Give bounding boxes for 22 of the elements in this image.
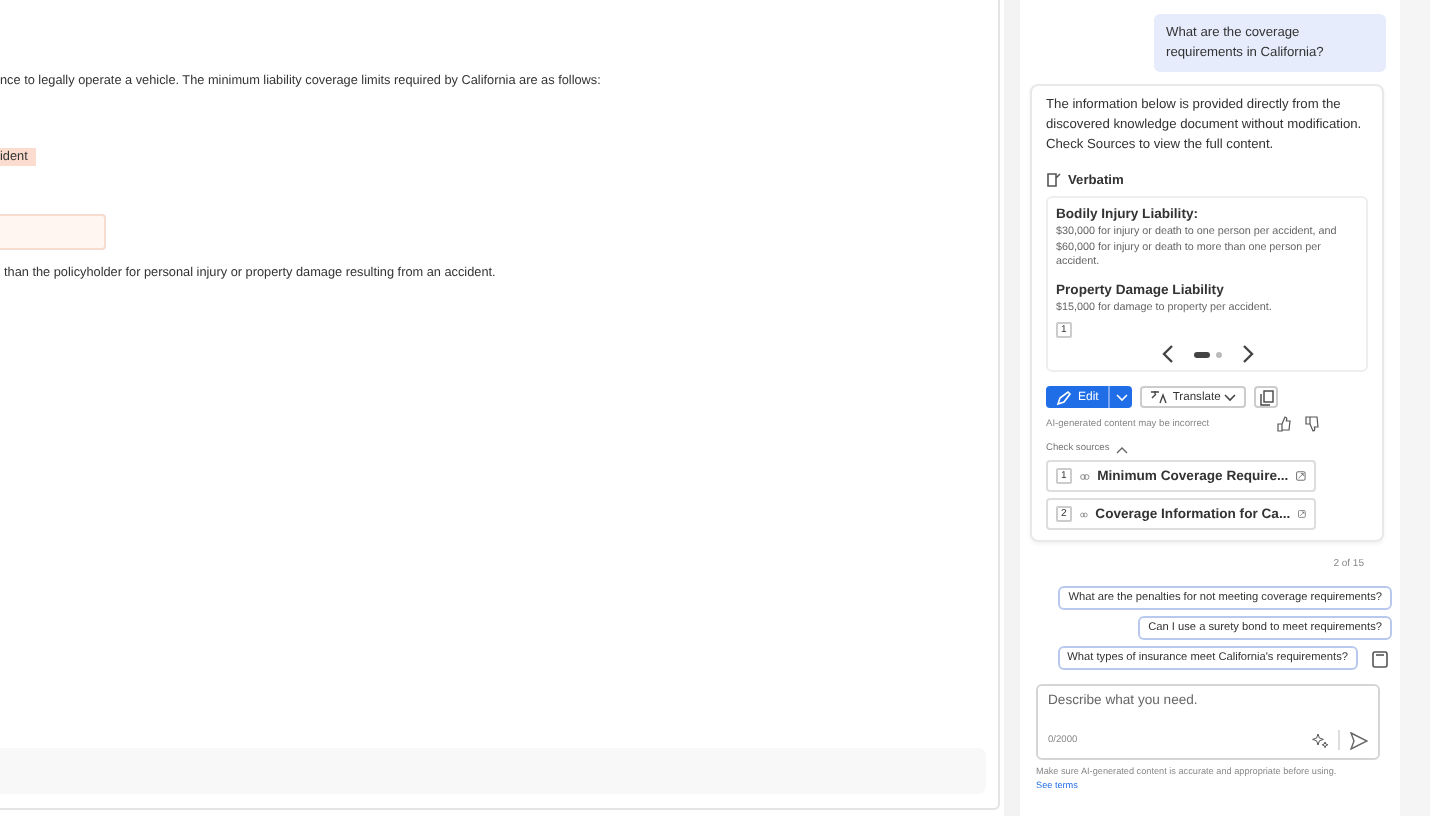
link-icon (1079, 509, 1088, 519)
translate-icon (1150, 390, 1169, 404)
thumbs-up-icon[interactable] (1276, 416, 1292, 432)
open-document-icon[interactable] (1296, 468, 1306, 484)
thumbs-down-icon[interactable] (1304, 416, 1320, 432)
page-dot[interactable] (1215, 351, 1221, 357)
link-icon (1079, 471, 1090, 481)
document-icon (1046, 172, 1062, 188)
pencil-icon (1056, 389, 1072, 405)
next-icon[interactable] (1239, 344, 1255, 364)
highlight-box (0, 214, 106, 250)
edit-dropdown-button[interactable] (1108, 386, 1133, 408)
sparkle-icon[interactable] (1312, 732, 1328, 748)
copy-icon (1259, 389, 1274, 405)
chevron-down-icon (1224, 393, 1237, 401)
chevron-down-icon (1115, 393, 1128, 401)
clipboard-icon[interactable] (1372, 649, 1388, 667)
send-icon[interactable] (1350, 731, 1368, 749)
open-document-icon[interactable] (1298, 506, 1306, 522)
copy-button[interactable] (1254, 386, 1279, 408)
chevron-up-icon[interactable] (1115, 445, 1128, 453)
previous-icon[interactable] (1159, 344, 1175, 364)
